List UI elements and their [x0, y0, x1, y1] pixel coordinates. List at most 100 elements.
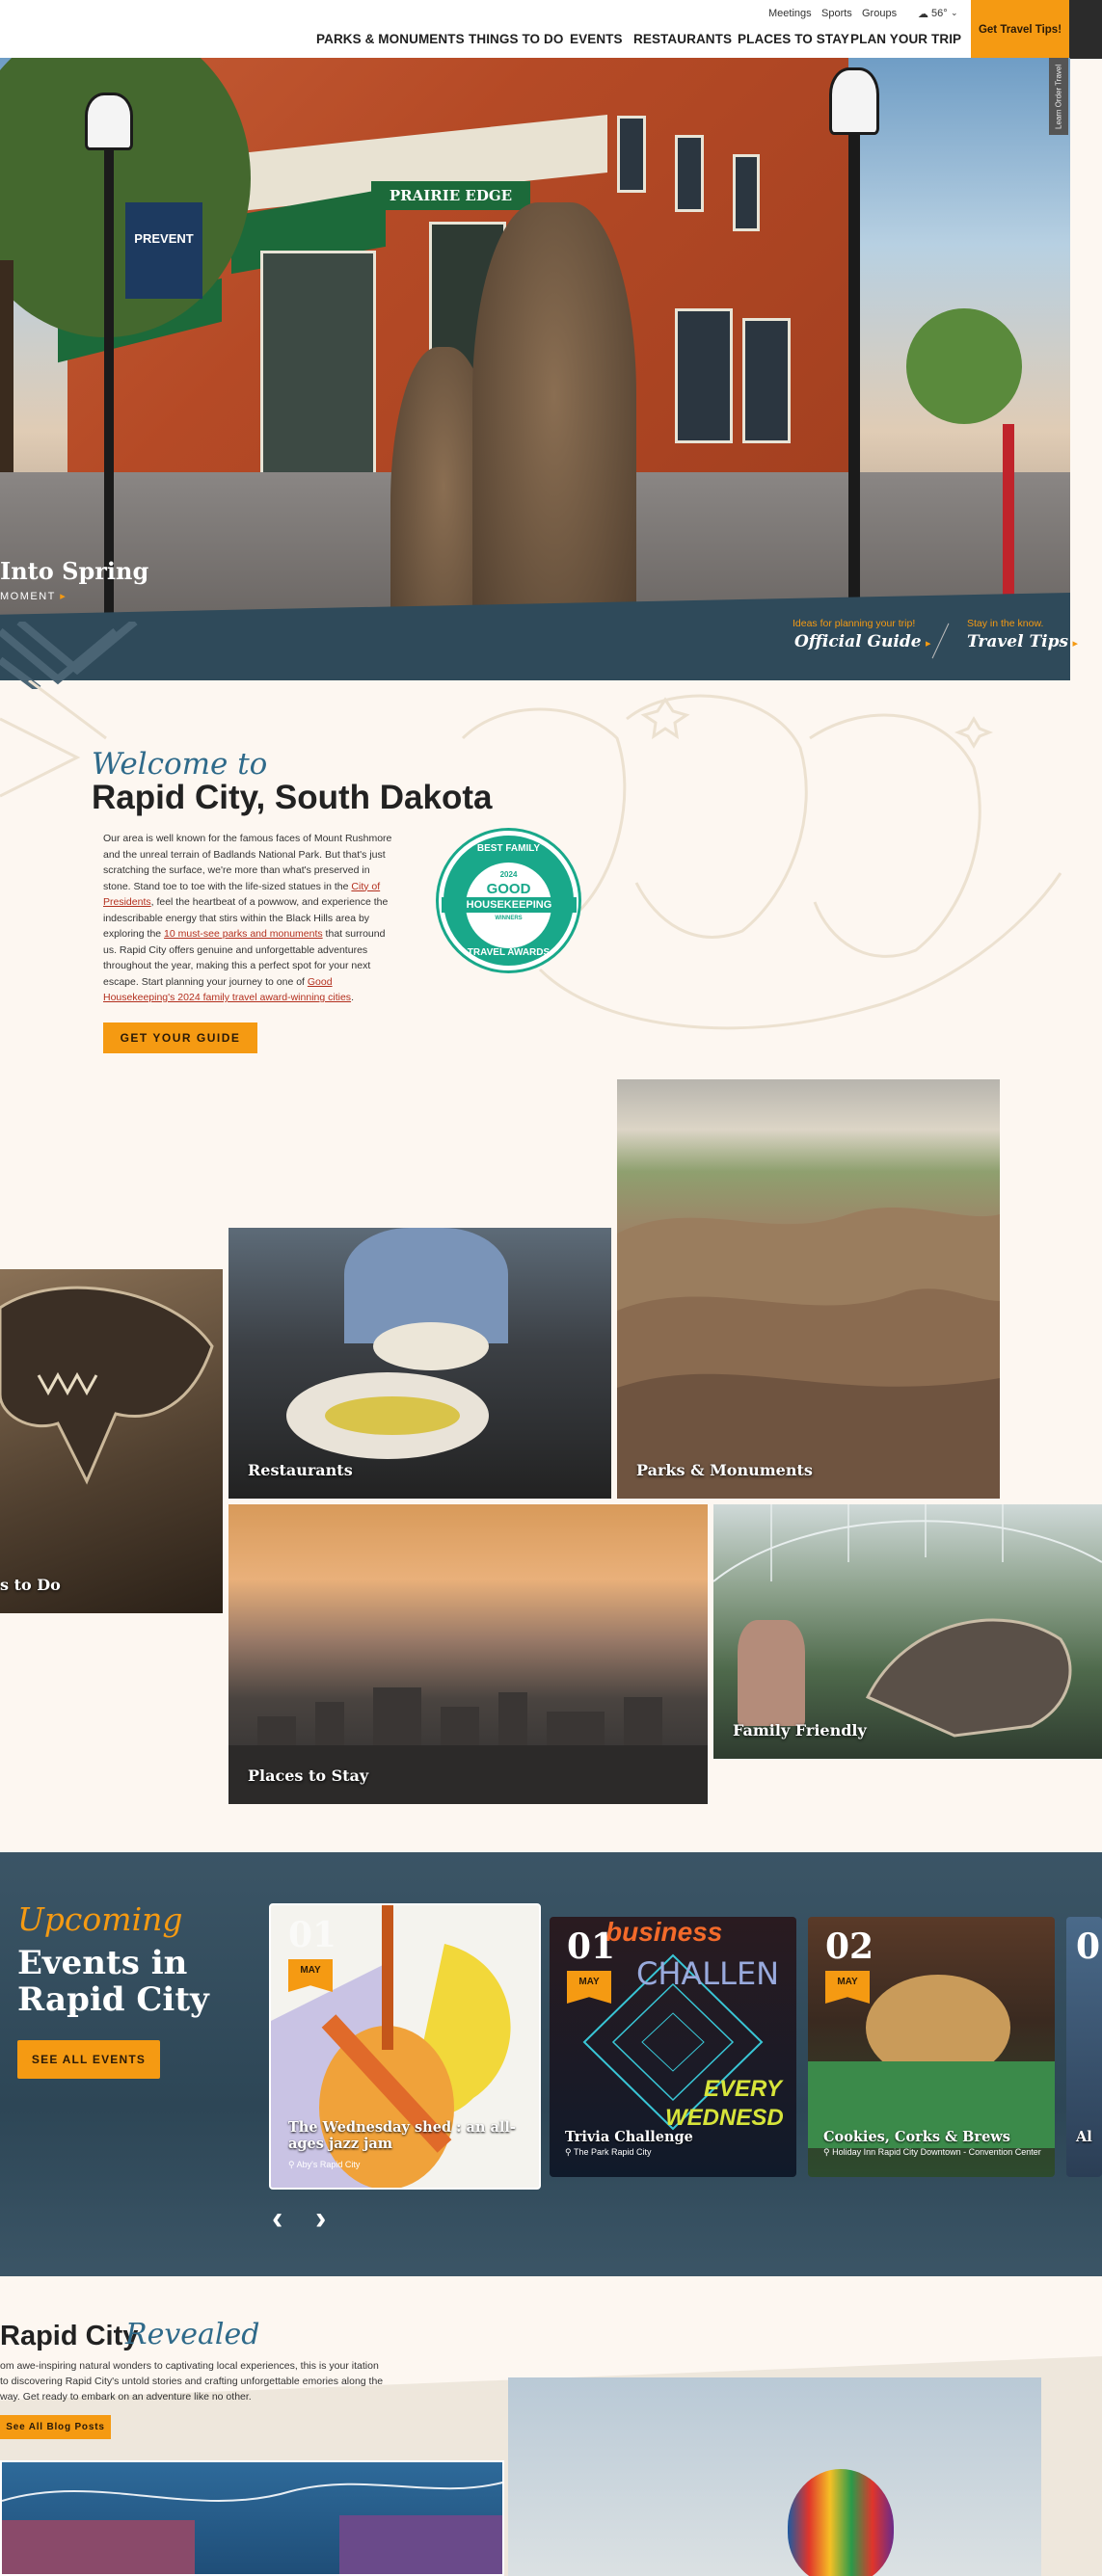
event-month: MAY: [825, 1971, 870, 2004]
events-script: Upcoming: [17, 1900, 183, 1938]
nav-plan-your-trip[interactable]: PLAN YOUR TRIP: [850, 32, 961, 46]
blog-image-balloon[interactable]: [508, 2377, 1041, 2576]
location-pin-icon: ⚲: [565, 2147, 572, 2157]
badge-housekeeping: HOUSEKEEPING: [442, 897, 577, 913]
noodles: [325, 1396, 460, 1435]
tile-parks-monuments[interactable]: Parks & Monuments: [617, 1079, 1000, 1499]
event-location: ⚲ Aby's Rapid City: [288, 2160, 360, 2170]
tile-label: Parks & Monuments: [636, 1461, 813, 1479]
see-all-events-button[interactable]: SEE ALL EVENTS: [17, 2040, 160, 2079]
window: [675, 308, 733, 443]
nav-parks-monuments[interactable]: PARKS & MONUMENTS: [316, 32, 465, 46]
event-location-text: The Park Rapid City: [573, 2147, 652, 2157]
event-title: The Wednesday shed : an all-ages jazz ja…: [288, 2119, 516, 2152]
menu-panel[interactable]: [1069, 0, 1102, 59]
pattern-ornament: [0, 622, 138, 689]
welcome-paragraph: Our area is well known for the famous fa…: [103, 831, 397, 1006]
lamp-globe: [85, 93, 133, 150]
event-title: Al: [1076, 2129, 1092, 2145]
revealed-paragraph: om awe-inspiring natural wonders to capt…: [0, 2360, 384, 2403]
see-all-blog-posts-button[interactable]: See All Blog Posts: [0, 2415, 111, 2439]
event-card[interactable]: 02 MAY Cookies, Corks & Brews ⚲ Holiday …: [808, 1917, 1055, 2177]
badge-bottom-text: TRAVEL AWARDS: [467, 947, 551, 958]
tip1-caption: Ideas for planning your trip!: [793, 618, 916, 629]
tile-things-to-do[interactable]: s to Do: [0, 1269, 223, 1613]
event-title: Cookies, Corks & Brews: [823, 2129, 1010, 2145]
hero-image: PRAIRIE EDGE PREVENT: [0, 58, 1070, 680]
badge-top-text: BEST FAMILY: [476, 843, 541, 854]
util-link-groups[interactable]: Groups: [862, 8, 897, 19]
revealed-title: Rapid City: [0, 2321, 139, 2351]
bowl: [373, 1322, 489, 1370]
nav-events[interactable]: EVENTS: [570, 32, 623, 46]
welcome-text: .: [351, 992, 354, 1003]
tile-family-friendly[interactable]: Family Friendly: [713, 1504, 1102, 1759]
blog-image-street-art[interactable]: [0, 2460, 504, 2576]
events-title: Events in Rapid City: [17, 1944, 209, 2019]
event-card[interactable]: 0 Al: [1066, 1917, 1102, 2177]
location-pin-icon: ⚲: [823, 2147, 830, 2157]
nav-places-to-stay[interactable]: PLACES TO STAY: [738, 32, 849, 46]
official-guide-label: Official Guide: [794, 632, 922, 651]
badge-good: GOOD: [486, 881, 531, 897]
tile-label: Family Friendly: [733, 1721, 867, 1739]
nav-things-to-do[interactable]: THINGS TO DO: [469, 32, 563, 46]
event-day: 01: [288, 1915, 337, 1955]
tile-label: Places to Stay: [248, 1766, 369, 1785]
lamp-globe: [829, 67, 879, 135]
util-link-sports[interactable]: Sports: [821, 8, 852, 19]
weather-temp[interactable]: 56°: [931, 8, 948, 19]
welcome-text: Our area is well known for the famous fa…: [103, 833, 392, 892]
prev-arrow-icon[interactable]: ‹: [272, 2200, 282, 2238]
side-tab[interactable]: Learn Order Travel: [1049, 58, 1068, 135]
lamp-post: [848, 135, 860, 598]
weather-icon: ☁: [918, 9, 928, 20]
hot-air-balloon: [788, 2469, 894, 2576]
event-location: ⚲ Holiday Inn Rapid City Downtown - Conv…: [823, 2147, 1041, 2158]
travel-tips-label: Travel Tips: [967, 632, 1069, 651]
tile-restaurants[interactable]: Restaurants: [228, 1228, 611, 1499]
play-icon: ▸: [926, 638, 931, 650]
shop-window: [260, 251, 376, 491]
chevron-down-icon[interactable]: ⌄: [951, 8, 958, 18]
tile-label: Restaurants: [248, 1461, 353, 1479]
play-icon: ▸: [60, 591, 67, 602]
mural-art: [2, 2481, 502, 2574]
event-day: 01: [567, 1926, 616, 1967]
event-location-text: Holiday Inn Rapid City Downtown - Conven…: [832, 2147, 1041, 2157]
travel-tips-link[interactable]: Travel Tips ▸: [967, 632, 1078, 651]
next-arrow-icon[interactable]: ›: [315, 2200, 326, 2238]
badge-winners: WINNERS: [495, 916, 523, 921]
trivia-art-text: business: [605, 1917, 723, 1947]
street-banner: PREVENT: [125, 202, 202, 299]
window: [742, 318, 791, 443]
official-guide-link[interactable]: Official Guide ▸: [794, 632, 931, 651]
event-location: ⚲ The Park Rapid City: [565, 2147, 651, 2158]
welcome-title: Rapid City, South Dakota: [92, 779, 493, 816]
trivia-art-text: CHALLEN: [636, 1955, 780, 1992]
event-card[interactable]: business CHALLEN EVERY WEDNESD 01 MAY Tr…: [550, 1917, 796, 2177]
revealed-script: Revealed: [125, 2318, 260, 2351]
badge-year: 2024: [499, 870, 518, 879]
hero-headline: Into Spring: [0, 557, 149, 585]
get-your-guide-button[interactable]: GET YOUR GUIDE: [103, 1022, 257, 1053]
event-location-text: Aby's Rapid City: [296, 2160, 361, 2169]
util-link-meetings[interactable]: Meetings: [768, 8, 812, 19]
hero-more-link[interactable]: MOMENT ▸: [0, 590, 67, 602]
event-day: 02: [825, 1926, 874, 1967]
storefront-sign: PRAIRIE EDGE: [371, 181, 530, 210]
event-card[interactable]: 01 MAY The Wednesday shed : an all-ages …: [269, 1903, 541, 2190]
tree: [906, 308, 1022, 424]
tile-label: s to Do: [0, 1576, 61, 1594]
window: [675, 135, 704, 212]
event-title: Trivia Challenge: [565, 2129, 693, 2145]
must-see-parks-link[interactable]: 10 must-see parks and monuments: [164, 928, 323, 940]
trivia-art-text: WEDNESD: [665, 2105, 784, 2131]
get-travel-tips-button[interactable]: Get Travel Tips!: [971, 0, 1069, 59]
tile-places-to-stay[interactable]: Places to Stay: [228, 1504, 708, 1804]
lamp-post: [104, 135, 114, 617]
event-day: 0: [1076, 1926, 1101, 1967]
nav-restaurants[interactable]: RESTAURANTS: [633, 32, 732, 46]
welcome-script: Welcome to: [92, 747, 268, 782]
trivia-art-text: EVERY: [704, 2076, 782, 2102]
